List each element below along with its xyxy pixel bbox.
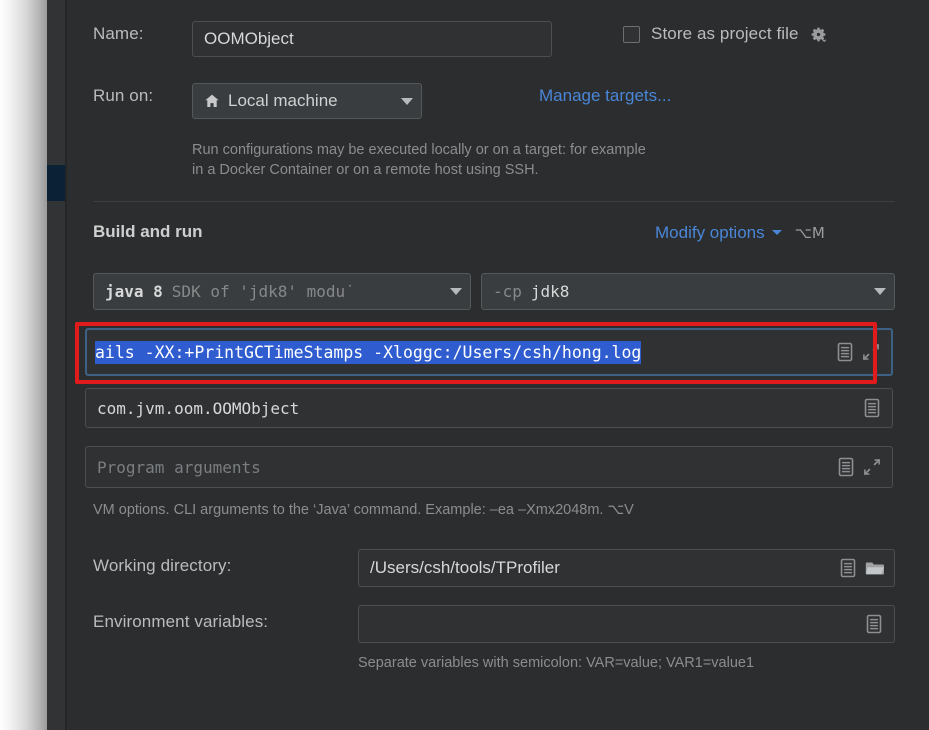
name-input[interactable]: OOMObject: [192, 21, 552, 57]
macro-list-icon[interactable]: [864, 613, 884, 635]
environment-variables-label-wrap: Environment variables:: [93, 612, 268, 632]
macro-list-icon[interactable]: [862, 397, 882, 419]
run-on-combobox[interactable]: Local machine: [192, 83, 422, 119]
window-shadow: [0, 0, 47, 730]
modify-options-wrap[interactable]: Modify options ⌥M: [655, 223, 825, 243]
run-on-description-line-2: in a Docker Container or on a remote hos…: [192, 162, 539, 178]
working-directory-label-wrap: Working directory:: [93, 556, 231, 576]
modify-options-shortcut: ⌥M: [794, 224, 825, 242]
environment-variables-hint: Separate variables with semicolon: VAR=v…: [358, 655, 755, 671]
vm-options-input[interactable]: ails -XX:+PrintGCTimeStamps -Xloggc:/Use…: [85, 328, 893, 376]
working-directory-label: Working directory:: [93, 556, 232, 575]
macro-list-icon[interactable]: [835, 341, 855, 363]
manage-targets-link[interactable]: Manage targets...: [539, 86, 671, 106]
main-class-value: com.jvm.oom.OOMObject: [97, 398, 300, 418]
home-icon: [204, 93, 220, 109]
jre-combobox[interactable]: java 8 SDK of 'jdk8' modu˙: [93, 273, 471, 310]
classpath-combobox[interactable]: -cp jdk8: [481, 273, 895, 310]
run-on-label: Run on:: [93, 86, 154, 105]
program-arguments-input[interactable]: Program arguments: [85, 446, 893, 488]
folder-icon[interactable]: [864, 558, 886, 578]
section-divider: [93, 201, 895, 202]
vm-options-value: ails -XX:+PrintGCTimeStamps -Xloggc:/Use…: [95, 340, 642, 364]
name-label: Name:: [93, 24, 144, 43]
working-directory-input[interactable]: /Users/csh/tools/TProfiler: [358, 549, 895, 587]
modify-options-link[interactable]: Modify options: [655, 223, 765, 243]
gutter-selection-marker: [47, 165, 65, 201]
environment-variables-hint-wrap: Separate variables with semicolon: VAR=v…: [358, 653, 754, 673]
run-on-description: Run configurations may be executed local…: [192, 140, 646, 180]
run-configuration-dialog: Name: OOMObject Store as project file Ru…: [0, 0, 929, 730]
expand-editor-icon[interactable]: [861, 342, 881, 362]
jre-secondary: SDK of 'jdk8' modu˙: [171, 282, 355, 301]
macro-list-icon[interactable]: [836, 456, 856, 478]
chevron-down-icon: [771, 229, 782, 235]
manage-targets-wrap[interactable]: Manage targets...: [539, 86, 671, 106]
build-and-run-title: Build and run: [93, 222, 203, 241]
store-as-project-file-label: Store as project file: [651, 24, 799, 43]
store-as-project-file-row[interactable]: Store as project file: [623, 24, 828, 44]
run-on-description-line-1: Run configurations may be executed local…: [192, 142, 646, 158]
jre-primary: java 8: [105, 282, 163, 301]
editor-gutter: [47, 0, 65, 730]
environment-variables-input[interactable]: [358, 605, 895, 643]
vm-options-hint: VM options. CLI arguments to the ‘Java’ …: [93, 502, 634, 518]
name-input-value: OOMObject: [204, 29, 294, 48]
main-class-input[interactable]: com.jvm.oom.OOMObject: [85, 388, 893, 428]
program-arguments-placeholder: Program arguments: [97, 457, 261, 477]
vm-options-hint-wrap: VM options. CLI arguments to the ‘Java’ …: [93, 500, 634, 520]
run-on-value: Local machine: [228, 91, 338, 110]
build-and-run-header: Build and run: [93, 222, 203, 242]
expand-editor-icon[interactable]: [862, 457, 882, 477]
classpath-prefix: -cp: [493, 282, 522, 301]
environment-variables-label: Environment variables:: [93, 612, 269, 631]
gear-icon[interactable]: [809, 25, 828, 44]
chevron-down-icon: [874, 288, 886, 295]
working-directory-value: /Users/csh/tools/TProfiler: [370, 558, 560, 577]
macro-list-icon[interactable]: [838, 557, 858, 579]
name-label-wrap: Name:: [93, 24, 144, 44]
chevron-down-icon: [450, 288, 462, 295]
dialog-panel: Name: OOMObject Store as project file Ru…: [67, 0, 929, 730]
chevron-down-icon: [401, 97, 413, 105]
store-as-project-file-checkbox[interactable]: [623, 25, 640, 43]
run-on-label-wrap: Run on:: [93, 86, 153, 106]
classpath-value: jdk8: [530, 282, 570, 301]
